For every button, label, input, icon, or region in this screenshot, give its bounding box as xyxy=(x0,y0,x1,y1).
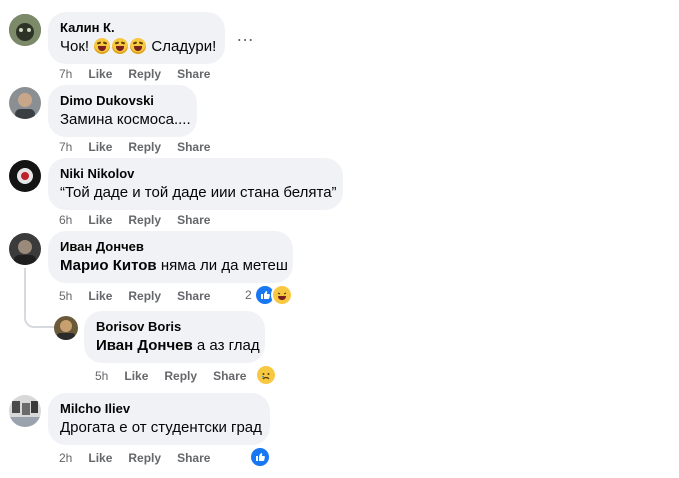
haha-icon xyxy=(270,284,293,306)
more-options-icon[interactable]: … xyxy=(236,26,255,44)
comment-author[interactable]: Borisov Boris xyxy=(96,319,253,335)
avatar[interactable] xyxy=(54,316,78,340)
comment-text: “Той даде и той даде иии стана белята” xyxy=(60,184,337,201)
comment-bubble: Milcho Iliev Дрогата е от студентски гра… xyxy=(48,393,270,445)
comment-bubble: Dimo Dukovski Замина космоса.... xyxy=(48,85,197,137)
avatar[interactable] xyxy=(9,160,41,192)
comment-text: Замина космоса.... xyxy=(60,111,191,128)
avatar-image xyxy=(9,87,41,119)
comment-time[interactable]: 2h xyxy=(59,450,72,466)
avatar[interactable] xyxy=(9,87,41,119)
like-icon xyxy=(249,446,271,468)
avatar[interactable] xyxy=(9,233,41,265)
avatar-image xyxy=(9,395,41,427)
comment-time[interactable]: 6h xyxy=(59,212,72,228)
thread-connector xyxy=(24,268,56,328)
share-button[interactable]: Share xyxy=(177,450,210,466)
comment-bubble: Borisov Boris Иван Дончев а аз глад xyxy=(84,311,265,363)
reply-button[interactable]: Reply xyxy=(128,139,161,155)
comment-text: Чок! Сладури! xyxy=(60,37,217,57)
comment-actions: 7h Like Reply Share xyxy=(59,66,226,82)
reaction-summary[interactable] xyxy=(255,364,277,386)
reply-button[interactable]: Reply xyxy=(164,368,197,384)
comment-author[interactable]: Dimo Dukovski xyxy=(60,93,185,109)
comment-text: Иван Дончев а аз глад xyxy=(96,336,260,356)
share-button[interactable]: Share xyxy=(177,212,210,228)
avatar-image xyxy=(9,14,41,46)
comment-text-start: Чок! xyxy=(60,38,94,55)
share-button[interactable]: Share xyxy=(177,139,210,155)
reaction-count: 2 xyxy=(245,288,252,302)
like-button[interactable]: Like xyxy=(88,139,112,155)
mention-link[interactable]: Иван Дончев xyxy=(96,337,193,354)
comment-actions: 5h Like Reply Share xyxy=(59,288,226,304)
comment-actions: 5h Like Reply Share xyxy=(95,368,262,384)
reply-button[interactable]: Reply xyxy=(128,66,161,82)
avatar[interactable] xyxy=(9,395,41,427)
mention-link[interactable]: Марио Китов xyxy=(60,257,157,274)
comment-time[interactable]: 7h xyxy=(59,66,72,82)
comment-actions: 6h Like Reply Share xyxy=(59,212,226,228)
comment-time[interactable]: 5h xyxy=(95,368,108,384)
like-button[interactable]: Like xyxy=(88,288,112,304)
share-button[interactable]: Share xyxy=(177,288,210,304)
rofl-emoji xyxy=(94,38,111,54)
comment-author[interactable]: Milcho Iliev xyxy=(60,401,258,417)
reply-button[interactable]: Reply xyxy=(128,212,161,228)
avatar-image xyxy=(9,233,41,265)
like-button[interactable]: Like xyxy=(88,66,112,82)
comment-time[interactable]: 5h xyxy=(59,288,72,304)
comment-author[interactable]: Иван Дончев xyxy=(60,239,281,255)
reaction-summary[interactable] xyxy=(249,446,271,468)
comment-bubble: Иван Дончев Марио Китов няма ли да метеш xyxy=(48,231,293,283)
avatar-image xyxy=(54,316,78,340)
comment-author[interactable]: Калин К. xyxy=(60,20,213,36)
avatar[interactable] xyxy=(9,14,41,46)
like-button[interactable]: Like xyxy=(88,212,112,228)
share-button[interactable]: Share xyxy=(177,66,210,82)
comment-bubble: Калин К. Чок! Сладури! xyxy=(48,12,225,64)
like-button[interactable]: Like xyxy=(88,450,112,466)
comment-actions: 2h Like Reply Share xyxy=(59,450,226,466)
comment-text-end: Сладури! xyxy=(147,38,217,55)
comment-time[interactable]: 7h xyxy=(59,139,72,155)
reply-button[interactable]: Reply xyxy=(128,450,161,466)
reply-button[interactable]: Reply xyxy=(128,288,161,304)
comment-text: Марио Китов няма ли да метеш xyxy=(60,256,288,276)
comment-text-body: а аз глад xyxy=(192,337,260,354)
comment-bubble: Niki Nikolov “Той даде и той даде иии ст… xyxy=(48,158,343,210)
comment-actions: 7h Like Reply Share xyxy=(59,139,226,155)
rofl-emoji xyxy=(130,38,147,54)
avatar-image xyxy=(9,160,41,192)
reaction-summary[interactable]: 2 xyxy=(245,284,293,306)
sad-icon xyxy=(255,364,277,386)
comment-text-body: няма ли да метеш xyxy=(156,257,288,274)
like-button[interactable]: Like xyxy=(124,368,148,384)
rofl-emoji xyxy=(112,38,129,54)
comment-author[interactable]: Niki Nikolov xyxy=(60,166,331,182)
comment-text: Дрогата е от студентски град xyxy=(60,419,262,436)
share-button[interactable]: Share xyxy=(213,368,246,384)
